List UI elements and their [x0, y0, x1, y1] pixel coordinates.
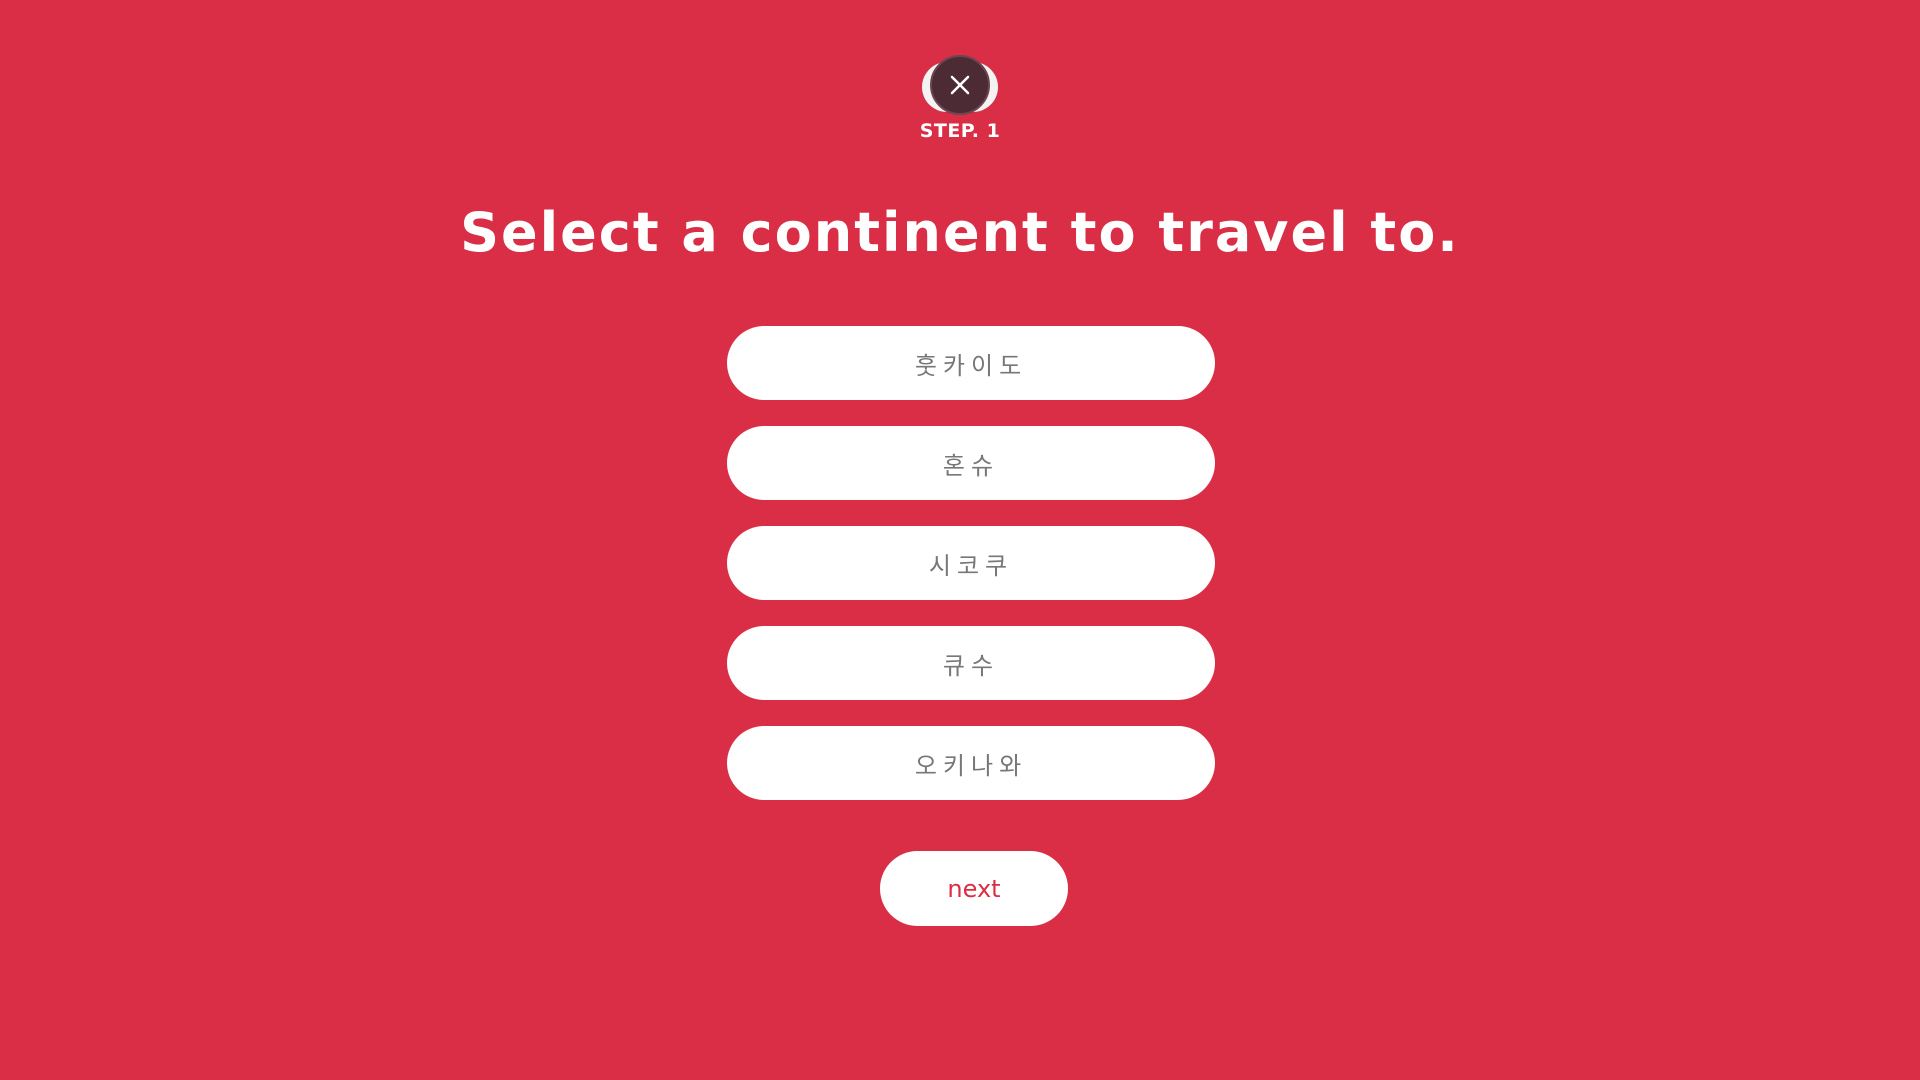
next-button[interactable]: next: [880, 851, 1068, 926]
step-label: STEP. 1: [919, 120, 1001, 142]
page: STEP. 1 Select a continent to travel to.…: [0, 0, 1920, 1080]
close-icon: [950, 75, 970, 95]
option-button[interactable]: 혼슈: [727, 426, 1215, 500]
option-button[interactable]: 시코쿠: [727, 526, 1215, 600]
close-button[interactable]: [930, 55, 990, 115]
header-logo: [900, 50, 1020, 120]
option-button[interactable]: 오키나와: [727, 726, 1215, 800]
option-button[interactable]: 훗카이도: [727, 326, 1215, 400]
option-button[interactable]: 큐수: [727, 626, 1215, 700]
page-title: Select a continent to travel to.: [460, 201, 1460, 264]
option-list: 훗카이도 혼슈 시코쿠 큐수 오키나와: [727, 326, 1215, 826]
